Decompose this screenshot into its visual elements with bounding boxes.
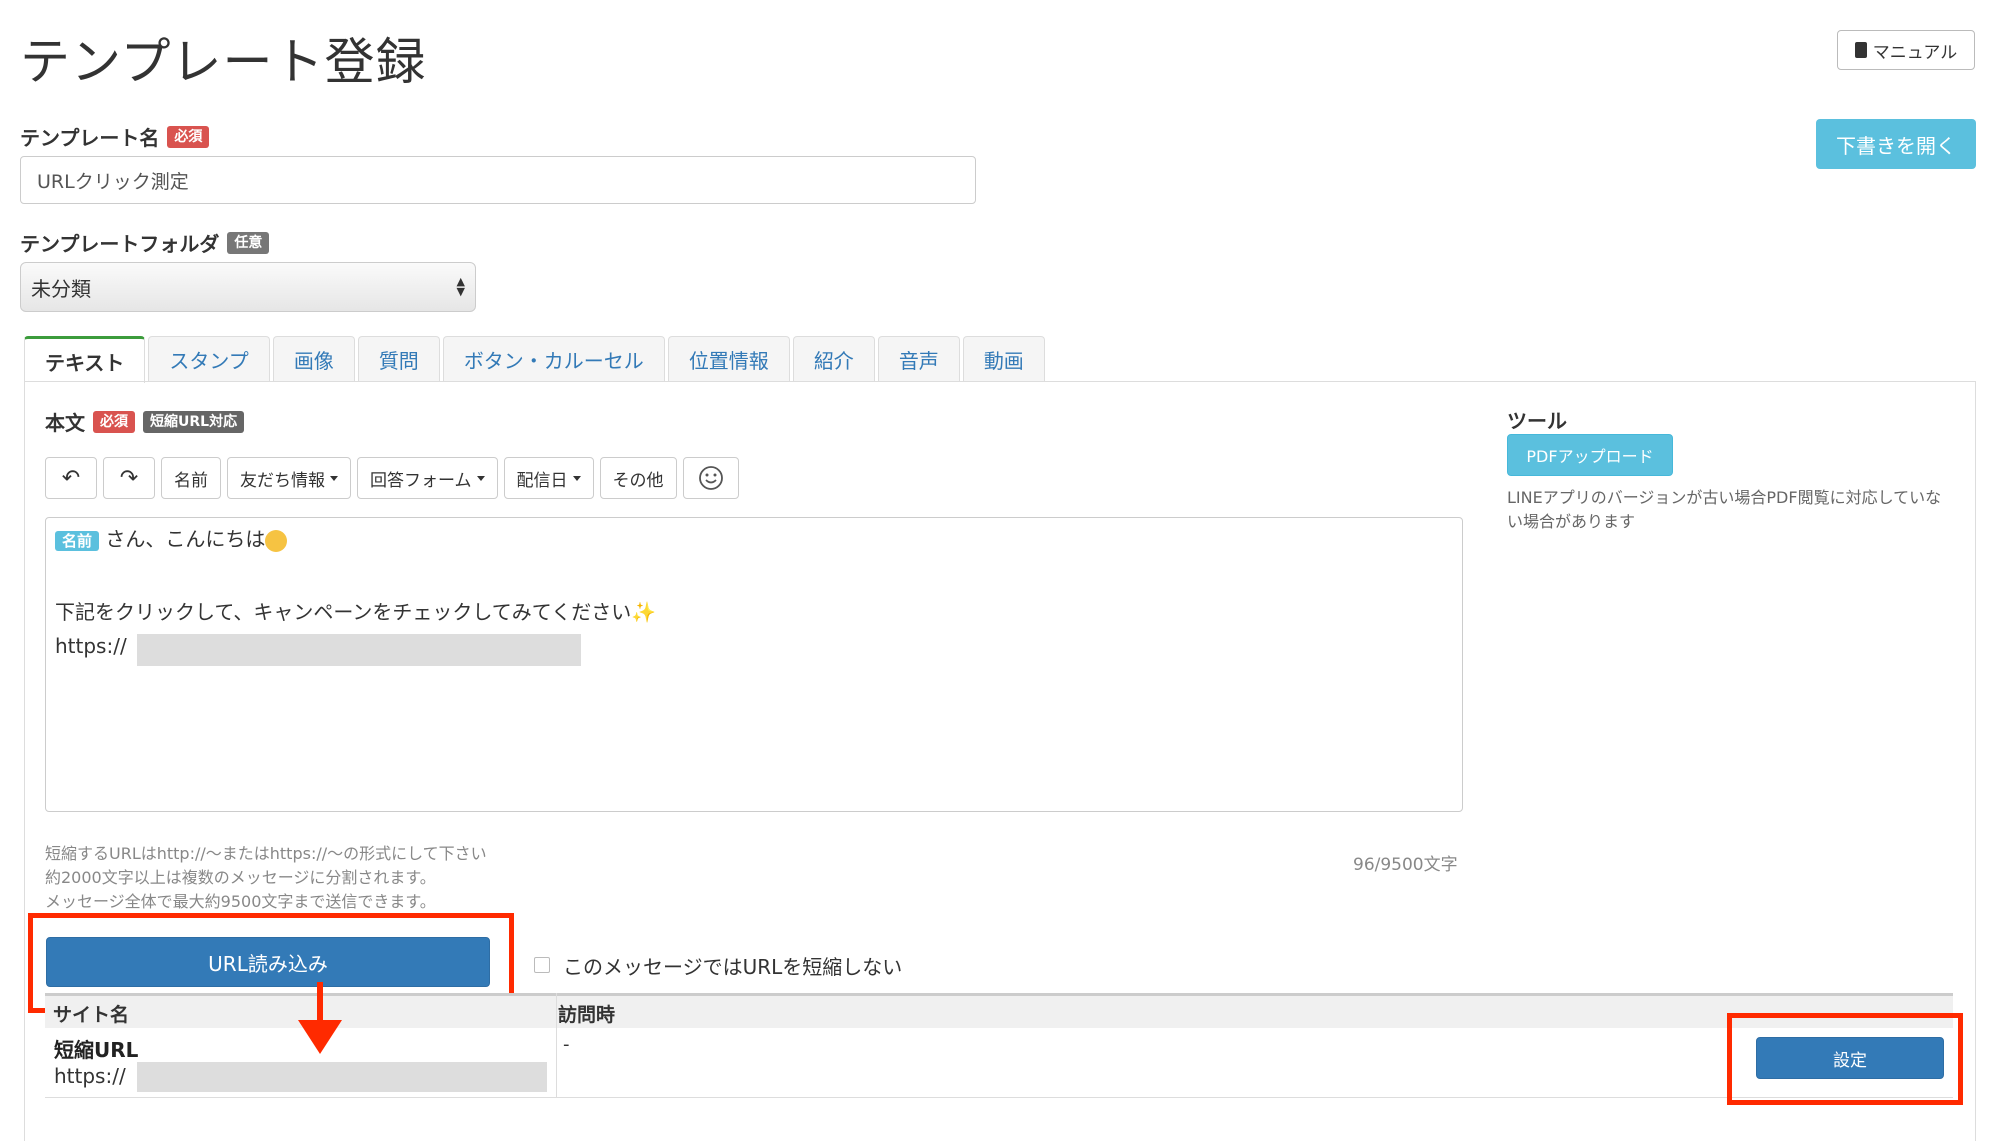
sparkles-icon: ✨ [631, 600, 657, 624]
tab-location[interactable]: 位置情報 [667, 336, 790, 382]
hint-line-1: 短縮するURLはhttp://〜またはhttps://〜の形式にして下さい [45, 844, 487, 863]
column-divider [556, 993, 557, 1098]
tab-question[interactable]: 質問 [357, 336, 440, 382]
delivery-date-dropdown[interactable]: 配信日 [503, 457, 594, 499]
redo-icon: ↷ [119, 465, 139, 491]
grin-emoji-icon [265, 529, 288, 552]
hint-text: 短縮するURLはhttp://〜またはhttps://〜の形式にして下さい 約2… [45, 842, 487, 914]
body-label-text: 本文 [45, 411, 85, 435]
select-arrows-icon: ▲ ▼ [456, 275, 465, 298]
friend-info-label: 友だち情報 [240, 470, 325, 491]
undo-button[interactable]: ↶ [45, 457, 97, 499]
greeting-text: さん、こんにちは [105, 527, 266, 551]
smile-icon [698, 466, 723, 490]
tab-video[interactable]: 動画 [962, 336, 1045, 382]
editor-line-1: 名前 さん、こんにちは [55, 523, 288, 552]
template-folder-label: テンプレートフォルダ 任意 [20, 228, 270, 257]
short-url-badge: 短縮URL対応 [143, 410, 245, 433]
no-shorten-checkbox[interactable] [534, 957, 550, 973]
body-label: 本文 必須 短縮URL対応 [45, 407, 245, 436]
redacted-short-url [137, 1062, 547, 1092]
book-icon [1854, 42, 1867, 58]
answer-form-label: 回答フォーム [370, 470, 472, 491]
folder-select-value: 未分類 [31, 276, 91, 301]
manual-button[interactable]: マニュアル [1837, 30, 1975, 70]
body-required-badge: 必須 [93, 410, 135, 433]
name-tag: 名前 [55, 531, 100, 551]
editor-line-2: 下記をクリックして、キャンペーンをチェックしてみてください✨ [55, 596, 656, 625]
tab-image[interactable]: 画像 [272, 336, 355, 382]
redacted-url [137, 634, 581, 666]
short-url-prefix: https:// [54, 1064, 126, 1088]
template-name-input[interactable]: URLクリック測定 [20, 156, 976, 204]
pdf-note: LINEアプリのバージョンが古い場合PDF閲覧に対応していない場合があります [1507, 488, 1942, 531]
highlight-box-set [1727, 1013, 1963, 1105]
tab-introduction[interactable]: 紹介 [792, 336, 875, 382]
col-site-name: サイト名 [53, 1004, 130, 1026]
tab-audio[interactable]: 音声 [877, 336, 960, 382]
tool-title: ツール [1507, 409, 1567, 433]
editor-line-3: https:// [55, 634, 127, 658]
visit-value: - [563, 1034, 570, 1055]
template-name-label-text: テンプレート名 [20, 126, 160, 150]
pdf-upload-button[interactable]: PDFアップロード [1507, 434, 1673, 476]
editor-toolbar: ↶ ↷ 名前 友だち情報 回答フォーム 配信日 その他 [45, 457, 739, 499]
answer-form-dropdown[interactable]: 回答フォーム [357, 457, 498, 499]
friend-info-dropdown[interactable]: 友だち情報 [227, 457, 351, 499]
undo-icon: ↶ [61, 465, 81, 491]
caret-down-icon [476, 475, 485, 481]
delivery-date-label: 配信日 [516, 470, 568, 491]
tab-button-carousel[interactable]: ボタン・カルーセル [442, 336, 665, 382]
url-prefix: https:// [55, 634, 127, 658]
required-badge: 必須 [167, 125, 210, 148]
caret-down-icon [572, 475, 581, 481]
open-draft-button[interactable]: 下書きを開く [1816, 119, 1976, 169]
campaign-text: 下記をクリックして、キャンペーンをチェックしてみてください [55, 600, 632, 624]
arrow-down-icon [298, 1020, 342, 1054]
other-button[interactable]: その他 [599, 457, 677, 499]
template-name-label: テンプレート名 必須 [20, 122, 210, 151]
page-title: テンプレート登録 [20, 33, 427, 91]
redo-button[interactable]: ↷ [103, 457, 155, 499]
template-folder-label-text: テンプレートフォルダ [20, 232, 220, 256]
emoji-button[interactable] [682, 457, 739, 499]
hint-line-2: 約2000文字以上は複数のメッセージに分割されます。 [45, 868, 436, 887]
col-visit: 訪問時 [558, 1004, 616, 1026]
tab-stamp[interactable]: スタンプ [148, 336, 270, 382]
caret-down-icon [330, 475, 338, 481]
arrow-shaft [317, 982, 323, 1022]
hint-line-3: メッセージ全体で最大約9500文字まで送信できます。 [45, 892, 436, 911]
no-shorten-label: このメッセージではURLを短縮しない [563, 955, 903, 979]
optional-badge: 任意 [227, 231, 270, 254]
message-type-tabs: テキスト スタンプ 画像 質問 ボタン・カルーセル 位置情報 紹介 音声 動画 [24, 336, 1048, 383]
char-counter: 96/9500文字 [1353, 855, 1458, 875]
short-url-label: 短縮URL [54, 1038, 139, 1062]
insert-name-button[interactable]: 名前 [161, 457, 221, 499]
manual-label: マニュアル [1872, 42, 1958, 63]
tab-text[interactable]: テキスト [24, 336, 146, 383]
template-folder-select[interactable]: 未分類 ▲ ▼ [20, 262, 476, 312]
